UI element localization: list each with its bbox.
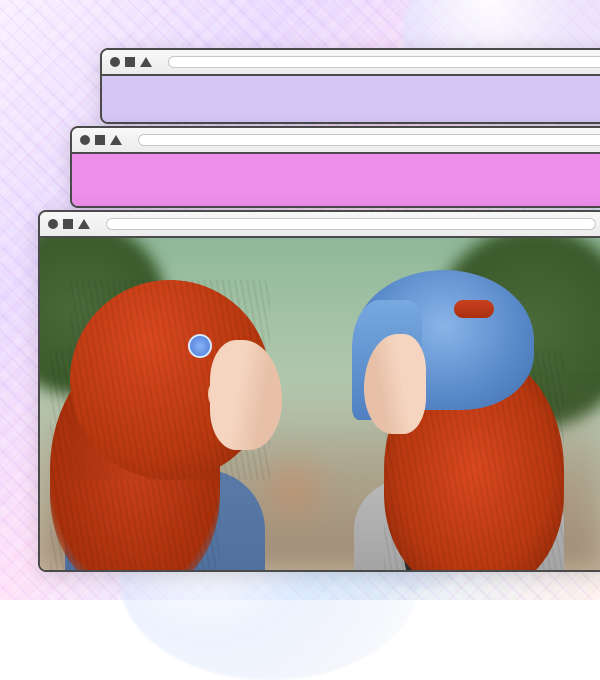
illustration-viewport — [40, 238, 600, 570]
window-controls — [48, 219, 90, 229]
window-control-icon — [95, 135, 105, 145]
window-controls — [110, 57, 152, 67]
window-control-icon — [48, 219, 58, 229]
window-titlebar — [40, 212, 600, 238]
window-control-icon — [78, 219, 90, 229]
two-women-illustration — [40, 238, 600, 570]
window-controls — [80, 135, 122, 145]
window-control-icon — [80, 135, 90, 145]
red-hair-clip — [454, 300, 494, 318]
blue-hair-clip — [188, 334, 212, 358]
window-control-icon — [140, 57, 152, 67]
window-control-icon — [110, 135, 122, 145]
window-content-lavender — [102, 76, 600, 122]
address-bar — [168, 56, 600, 68]
browser-window-front — [38, 210, 600, 572]
address-bar — [106, 218, 596, 230]
face-profile — [364, 334, 426, 434]
address-bar — [138, 134, 600, 146]
figure-left — [60, 270, 320, 570]
window-control-icon — [125, 57, 135, 67]
figure-right — [324, 270, 574, 570]
browser-window-middle — [70, 126, 600, 208]
window-titlebar — [102, 50, 600, 76]
window-content-pink — [72, 154, 600, 206]
window-titlebar — [72, 128, 600, 154]
browser-window-back — [100, 48, 600, 124]
window-control-icon — [63, 219, 73, 229]
window-control-icon — [110, 57, 120, 67]
face-profile — [210, 340, 282, 450]
